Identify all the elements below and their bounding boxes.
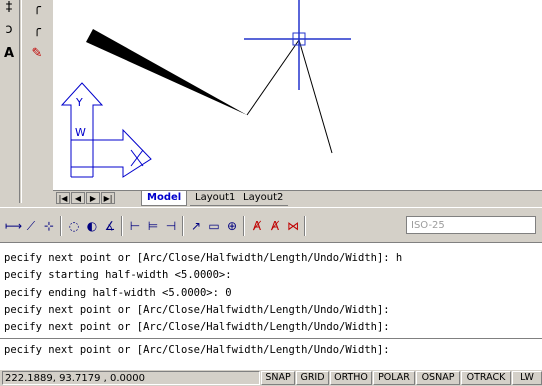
radius-dimension-icon[interactable]: ◌ [66,217,82,235]
rotate-tool-icon[interactable]: ᴐ [0,20,18,40]
left-toolbar-modify: ╭ ╭ ✎ [21,0,54,203]
drawing-canvas[interactable]: Y W [53,0,542,190]
baseline-dimension-icon[interactable]: ⊨ [145,217,161,235]
tapered-polyline-segment [86,29,247,115]
dimension-text-edit-icon[interactable]: Ⱥ [267,217,283,235]
text-tool-icon[interactable]: A [0,44,18,64]
lineweight-toggle[interactable]: LW [512,371,542,385]
toolbar-separator [182,216,184,236]
linear-dimension-icon[interactable]: ⟼ [5,217,22,235]
polar-toggle[interactable]: POLAR [373,371,415,385]
osnap-toggle[interactable]: OSNAP [416,371,460,385]
command-prompt[interactable]: pecify next point or [Arc/Close/Halfwidt… [4,344,390,356]
command-line-window[interactable]: pecify next point or [Arc/Close/Halfwidt… [0,243,542,369]
prev-tab-button[interactable]: ◀ [71,192,85,204]
polyline-segment [246,38,333,154]
dimension-style-select[interactable]: ISO-25 [406,216,536,234]
toolbar-separator [121,216,123,236]
diameter-dimension-icon[interactable]: ◐ [84,217,100,235]
aligned-dimension-icon[interactable]: ⟋ [23,217,39,235]
canvas-drawing [60,0,351,178]
command-history-line: pecify next point or [Arc/Close/Halfwidt… [4,321,390,333]
last-tab-button[interactable]: ▶| [101,192,115,204]
quick-dimension-icon[interactable]: ⊢ [127,217,143,235]
toolbar-separator [304,216,306,236]
otrack-toggle[interactable]: OTRACK [461,371,511,385]
explode-tool-icon[interactable]: ✎ [24,44,50,64]
dimension-edit-icon[interactable]: Ⱥ [249,217,265,235]
center-mark-icon[interactable]: ⊕ [224,217,240,235]
ucs-y-label: Y [76,96,83,109]
command-history-line: pecify ending half-width <5.0000>: 0 [4,287,232,299]
command-history-line: pecify starting half-width <5.0000>: [4,269,232,281]
dimension-toolbar: ⟼ ⟋ ⊹ ◌ ◐ ∡ ⊢ ⊨ ⊣ ↗ ▭ ⊕ Ⱥ Ⱥ ⋈ ISO-25 [0,207,542,243]
command-history-line: pecify next point or [Arc/Close/Halfwidt… [4,252,403,264]
crosshair-cursor [244,0,351,90]
tolerance-icon[interactable]: ▭ [206,217,222,235]
chamfer-tool-icon[interactable]: ╭ [24,20,50,40]
left-toolbar-draw: ‡ ᴐ A [0,0,20,203]
grid-toggle[interactable]: GRID [296,371,329,385]
snap-toggle[interactable]: SNAP [261,371,295,385]
dimension-update-icon[interactable]: ⋈ [285,217,301,235]
next-tab-button[interactable]: ▶ [86,192,100,204]
fillet-tool-icon[interactable]: ╭ [24,0,50,18]
tab-model[interactable]: Model [141,191,188,206]
toolbar-separator [243,216,245,236]
status-bar: 222.1889, 93.7179 , 0.0000 SNAP GRID ORT… [0,369,542,386]
layout-tab-bar: |◀ ◀ ▶ ▶| Model Layout1 Layout2 [53,190,542,206]
continue-dimension-icon[interactable]: ⊣ [163,217,179,235]
tab-layout2[interactable]: Layout2 [238,191,289,206]
ellipse-tool-icon[interactable]: ‡ [0,0,18,18]
ordinate-dimension-icon[interactable]: ⊹ [41,217,57,235]
ortho-toggle[interactable]: ORTHO [330,371,372,385]
quick-leader-icon[interactable]: ↗ [188,217,204,235]
toolbar-separator [60,216,62,236]
angular-dimension-icon[interactable]: ∡ [102,217,118,235]
command-divider [0,338,542,339]
coordinate-display[interactable]: 222.1889, 93.7179 , 0.0000 [2,371,260,385]
first-tab-button[interactable]: |◀ [56,192,70,204]
tab-layout1[interactable]: Layout1 [190,191,241,206]
ucs-w-label: W [75,126,86,139]
command-history-line: pecify next point or [Arc/Close/Halfwidt… [4,304,390,316]
